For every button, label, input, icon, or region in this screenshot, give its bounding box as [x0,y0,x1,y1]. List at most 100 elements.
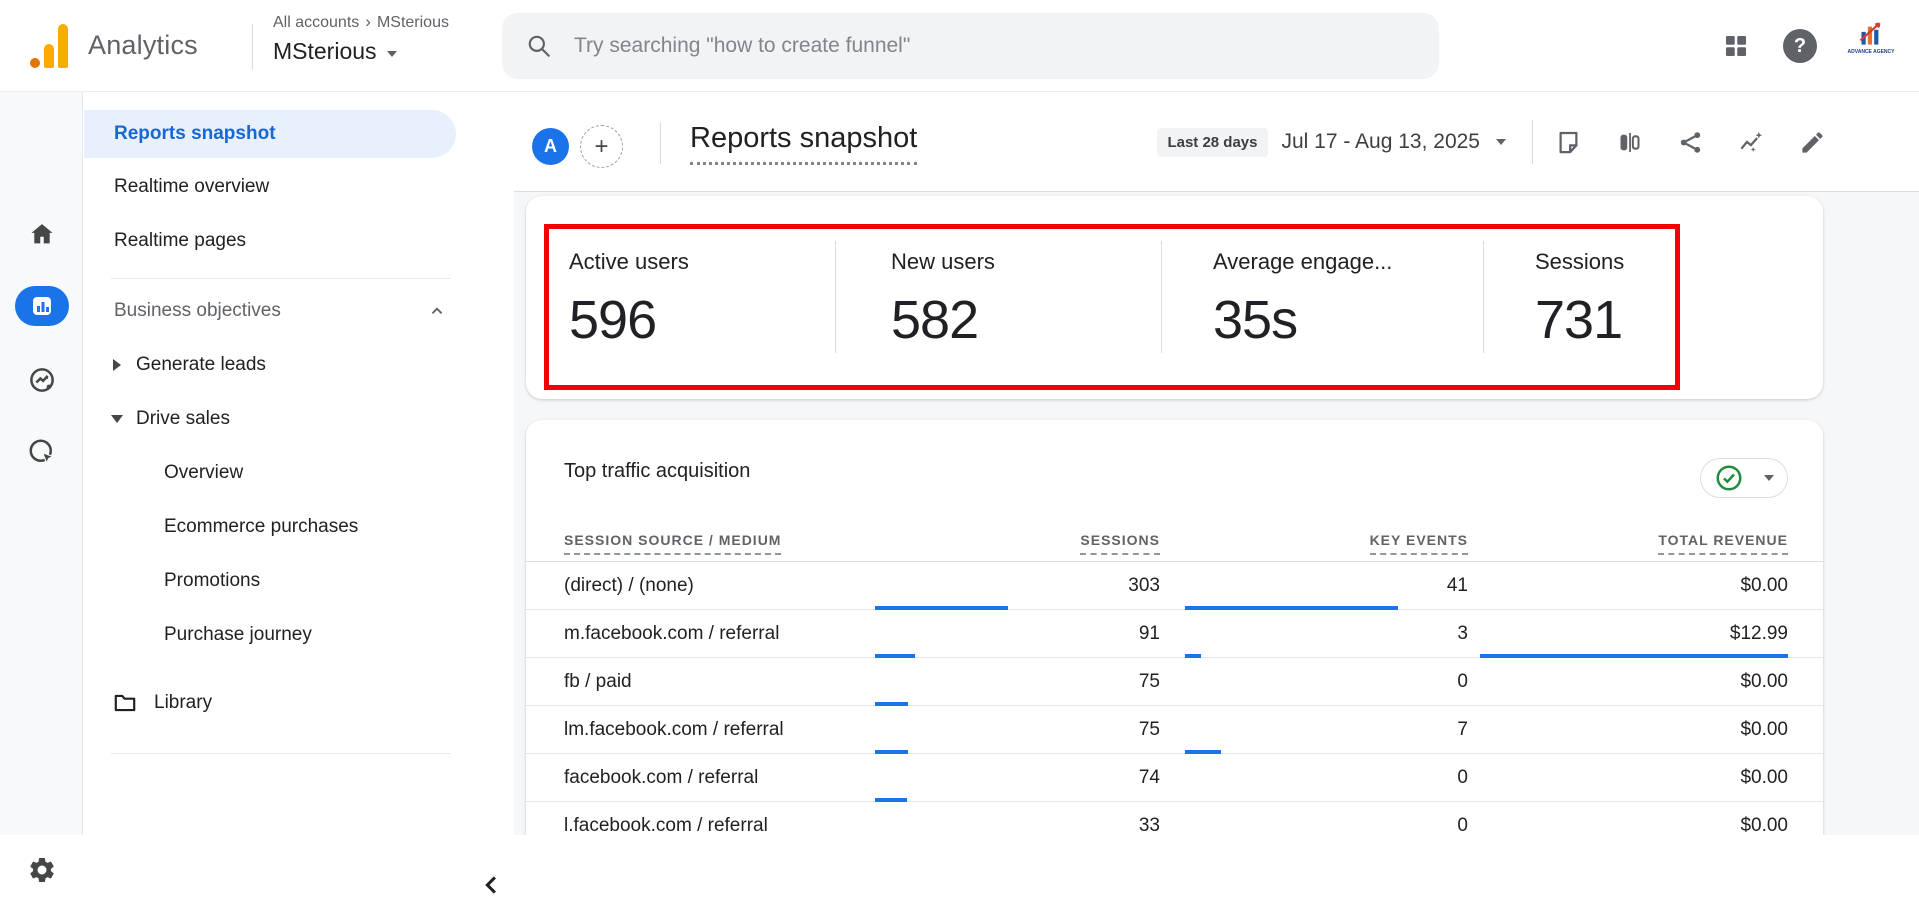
row-revenue: $0.00 [1588,671,1788,693]
expand-down-icon [98,415,136,423]
sidebar-item-label: Reports snapshot [114,123,276,145]
property-avatar[interactable]: A [532,128,569,165]
metric-label: Sessions [1535,249,1624,275]
collapse-sidebar-button[interactable] [474,868,510,904]
key-event-filter-dropdown[interactable] [1700,458,1788,498]
edit-button[interactable] [1799,129,1826,156]
global-search[interactable] [502,13,1439,79]
account-switcher[interactable]: MSterious [273,38,397,65]
profile-avatar[interactable]: ADVANCE AGENCY [1849,19,1893,73]
date-preset-badge: Last 28 days [1157,128,1267,157]
metric-divider [835,241,836,353]
insights-icon [1738,129,1765,156]
row-revenue: $0.00 [1588,815,1788,835]
account-name: MSterious [273,38,377,65]
advertising-icon [27,437,57,467]
breadcrumb[interactable]: All accounts›MSterious [273,12,449,32]
home-button[interactable] [0,212,83,256]
sidebar-item-label: Promotions [164,570,260,592]
explore-button[interactable] [0,358,83,402]
table-row[interactable]: lm.facebook.com / referral 75 7 $0.00 [526,706,1823,754]
metric-value: 731 [1535,289,1624,351]
page-title[interactable]: Reports snapshot [690,122,917,165]
help-icon: ? [1783,29,1817,63]
row-sessions: 75 [960,671,1160,693]
nav-rail [0,92,83,835]
breadcrumb-root[interactable]: All accounts [273,14,359,31]
profile-logo-icon [1853,19,1889,49]
date-range-picker[interactable]: Last 28 days Jul 17 - Aug 13, 2025 [1157,128,1506,157]
chevron-down-icon [387,51,397,57]
section-label: Business objectives [114,300,281,322]
column-header-sessions[interactable]: SESSIONS [960,532,1160,555]
table-row[interactable]: fb / paid 75 0 $0.00 [526,658,1823,706]
row-sessions: 91 [960,623,1160,645]
column-header-total-revenue[interactable]: TOTAL REVENUE [1588,532,1788,555]
row-sessions: 74 [960,767,1160,789]
row-sessions: 33 [960,815,1160,835]
row-key-events: 0 [1268,671,1468,693]
sidebar-divider [111,753,451,754]
card-title: Top traffic acquisition [564,460,750,483]
share-button[interactable] [1677,129,1704,156]
product-name: Analytics [88,30,198,61]
check-circle-icon [1714,463,1744,493]
settings-button[interactable] [0,848,83,892]
row-source: fb / paid [564,671,632,693]
search-icon [526,33,552,59]
search-input[interactable] [574,34,1415,58]
section-business-objectives[interactable]: Business objectives [114,287,514,335]
advertising-button[interactable] [0,430,83,474]
sidebar-item-library[interactable]: Library [84,679,456,727]
apps-grid-button[interactable] [1721,31,1751,61]
sidebar-item-promotions[interactable]: Promotions [84,557,456,605]
row-key-events: 3 [1268,623,1468,645]
metric-average-engagement: Average engage... 35s [1213,229,1392,385]
reports-sidebar: Reports snapshot Realtime overview Realt… [84,92,514,835]
metric-value: 582 [891,289,995,351]
group-label: Generate leads [136,354,266,376]
profile-logo-text: ADVANCE AGENCY [1848,49,1895,55]
notes-button[interactable] [1555,129,1582,156]
pencil-icon [1799,129,1826,156]
sidebar-item-ecommerce-purchases[interactable]: Ecommerce purchases [84,503,456,551]
header-divider [660,122,661,164]
red-annotation-box: Active users 596 New users 582 Average e… [544,224,1680,390]
add-comparison-button[interactable]: + [580,125,623,168]
column-header-source[interactable]: SESSION SOURCE / MEDIUM [564,532,781,555]
insights-button[interactable] [1738,129,1765,156]
header-divider [252,24,253,70]
sidebar-item-realtime-overview[interactable]: Realtime overview [84,163,456,211]
row-source: l.facebook.com / referral [564,815,768,835]
expand-right-icon [98,359,136,371]
compare-button[interactable] [1616,129,1643,156]
sidebar-item-overview[interactable]: Overview [84,449,456,497]
metric-sessions: Sessions 731 [1535,229,1624,385]
metric-label: Active users [569,249,689,275]
sidebar-item-realtime-pages[interactable]: Realtime pages [84,217,456,265]
sidebar-item-label: Purchase journey [164,624,312,646]
row-key-events: 0 [1268,767,1468,789]
table-row[interactable]: l.facebook.com / referral 33 0 $0.00 [526,802,1823,835]
group-generate-leads[interactable]: Generate leads [84,341,456,389]
sidebar-item-purchase-journey[interactable]: Purchase journey [84,611,456,659]
reports-button[interactable] [0,284,83,328]
note-icon [1555,129,1582,156]
table-row[interactable]: (direct) / (none) 303 41 $0.00 [526,562,1823,610]
row-key-events: 41 [1268,575,1468,597]
table-row[interactable]: m.facebook.com / referral 91 3 $12.99 [526,610,1823,658]
home-icon [28,220,56,248]
sidebar-item-reports-snapshot[interactable]: Reports snapshot [84,110,456,158]
table-row[interactable]: facebook.com / referral 74 0 $0.00 [526,754,1823,802]
group-drive-sales[interactable]: Drive sales [84,395,456,443]
help-button[interactable]: ? [1783,29,1817,63]
report-header: A + Reports snapshot Last 28 days Jul 17… [514,92,1919,192]
chevron-up-icon [426,300,448,322]
compare-icon [1616,129,1643,156]
breadcrumb-current[interactable]: MSterious [377,14,449,31]
explore-icon [27,365,57,395]
metric-active-users: Active users 596 [569,229,689,385]
sidebar-divider [111,278,451,279]
row-source: (direct) / (none) [564,575,694,597]
column-header-key-events[interactable]: KEY EVENTS [1268,532,1468,555]
